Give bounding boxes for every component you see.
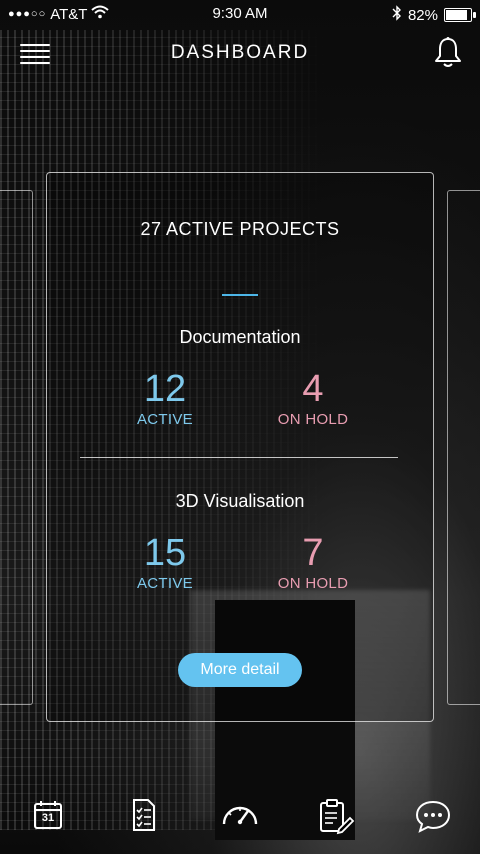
bluetooth-icon	[392, 5, 402, 25]
accent-divider	[222, 294, 258, 296]
battery-icon	[444, 8, 476, 22]
status-bar: ●●●○○ AT&T 9:30 AM 82%	[0, 0, 480, 28]
more-detail-button[interactable]: More detail	[178, 653, 302, 687]
on-hold-count: 7	[302, 532, 324, 574]
visualisation-on-hold-stat: 7 ON HOLD	[243, 533, 383, 592]
chat-icon[interactable]	[411, 796, 455, 836]
calendar-day-number: 31	[41, 812, 55, 824]
clipboard-edit-icon[interactable]	[313, 796, 357, 836]
on-hold-label: ON HOLD	[277, 411, 349, 428]
checklist-icon[interactable]	[121, 796, 165, 836]
on-hold-count: 4	[302, 368, 324, 410]
tab-bar: 31	[0, 796, 480, 846]
next-card[interactable]	[447, 190, 480, 705]
bell-icon[interactable]	[434, 36, 462, 70]
section-divider	[80, 457, 398, 458]
active-label: ACTIVE	[137, 575, 193, 592]
calendar-icon[interactable]: 31	[26, 796, 70, 836]
documentation-active-stat: 12 ACTIVE	[95, 369, 235, 428]
group-title-documentation: Documentation	[179, 327, 301, 347]
page-title: DASHBOARD	[170, 42, 310, 63]
projects-heading: 27 ACTIVE PROJECTS	[140, 219, 340, 239]
active-count: 12	[143, 368, 187, 410]
battery-percentage: 82%	[407, 6, 438, 24]
documentation-on-hold-stat: 4 ON HOLD	[243, 369, 383, 428]
speedometer-icon[interactable]	[218, 796, 262, 836]
on-hold-label: ON HOLD	[277, 575, 349, 592]
active-count: 15	[143, 532, 187, 574]
projects-card: 27 ACTIVE PROJECTS Documentation 12 ACTI…	[46, 172, 434, 722]
visualisation-active-stat: 15 ACTIVE	[95, 533, 235, 592]
previous-card[interactable]	[0, 190, 33, 705]
group-title-3d-visualisation: 3D Visualisation	[175, 491, 305, 511]
active-label: ACTIVE	[137, 411, 193, 428]
app-header: DASHBOARD	[0, 28, 480, 80]
